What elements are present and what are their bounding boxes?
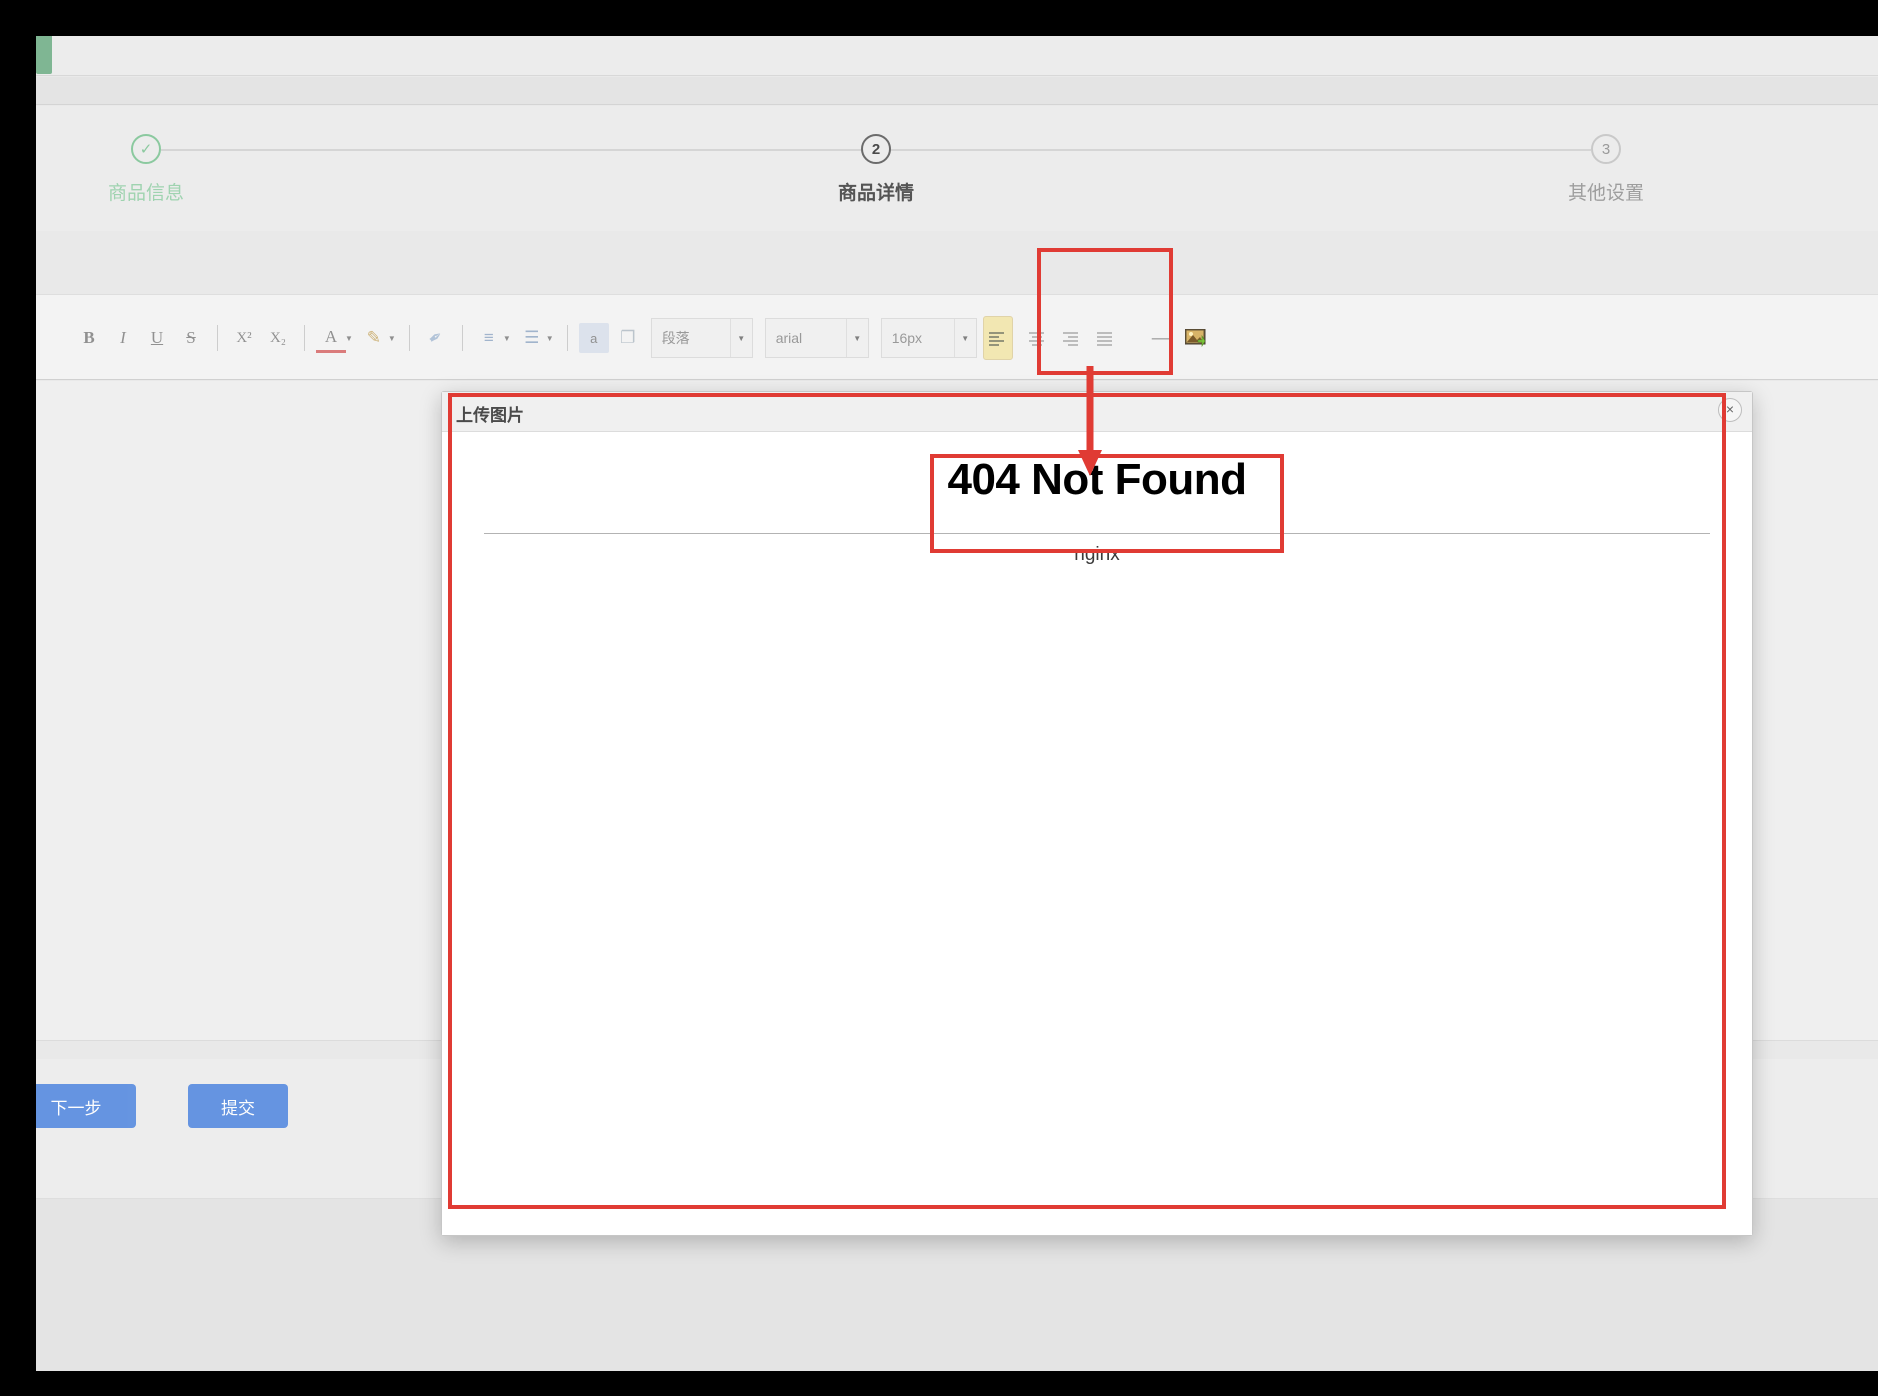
font-size-select[interactable]: 16px ▼ [880, 318, 977, 358]
step-2-circle-icon: 2 [861, 134, 891, 164]
font-family-chevron-down-icon[interactable]: ▼ [845, 319, 868, 357]
font-color-chevron-down-icon[interactable]: ▼ [345, 334, 353, 343]
link-icon[interactable]: a [578, 323, 609, 353]
toolbar-separator [566, 325, 568, 351]
next-step-button[interactable]: 下一步 [36, 1084, 136, 1128]
align-center-glyph [1029, 331, 1045, 346]
step-wizard: ✓ 商品信息 2 商品详情 3 其他设置 [36, 106, 1878, 231]
upload-image-dialog: 上传图片 × 404 Not Found nginx [441, 391, 1753, 1236]
highlight-color-icon[interactable]: ✎ [359, 323, 389, 353]
font-color-icon[interactable]: A [316, 323, 346, 353]
paragraph-chevron-down-icon[interactable]: ▼ [729, 319, 752, 357]
italic-icon[interactable]: I [108, 323, 138, 353]
editor-toolbar: B I U S X² X₂ A ▼ ✎ ▼ ✒ ≡ ▼ ☰ ▼ a ❐ 段落 ▼… [36, 295, 1213, 381]
wizard-step-product-info[interactable]: ✓ 商品信息 [36, 134, 266, 205]
ordered-list-icon[interactable]: ≡ [474, 323, 504, 353]
align-justify-icon[interactable] [1093, 325, 1119, 351]
unordered-list-chevron-down-icon[interactable]: ▼ [546, 334, 554, 343]
submit-button[interactable]: 提交 [188, 1084, 288, 1128]
subscript-icon[interactable]: X₂ [263, 323, 293, 353]
toolbar-separator [304, 325, 305, 351]
error-server-name: nginx [1074, 544, 1120, 565]
wizard-step-product-details[interactable]: 2 商品详情 [756, 134, 996, 205]
insert-image-icon[interactable] [1181, 323, 1211, 353]
underline-icon[interactable]: U [142, 323, 172, 353]
check-icon: ✓ [139, 141, 153, 158]
superscript-icon[interactable]: X² [229, 323, 259, 353]
browser-page: ✓ 商品信息 2 商品详情 3 其他设置 B I U S X² X₂ A ▼ ✎… [36, 36, 1878, 1371]
paragraph-select-value: 段落 [661, 330, 690, 346]
align-right-glyph [1063, 331, 1079, 346]
font-size-chevron-down-icon[interactable]: ▼ [953, 319, 976, 357]
wizard-step-other-settings[interactable]: 3 其他设置 [1486, 134, 1726, 205]
step-connector-2 [891, 149, 1591, 151]
align-left-icon[interactable] [982, 316, 1013, 360]
font-family-select-value: arial [775, 330, 803, 346]
secondary-chrome-strip [36, 77, 1878, 105]
step-1-circle-icon: ✓ [131, 134, 161, 164]
step-3-circle-icon: 3 [1591, 134, 1621, 164]
font-size-select-value: 16px [891, 330, 923, 346]
align-right-icon[interactable] [1059, 325, 1085, 351]
align-left-glyph [989, 331, 1005, 346]
dialog-body: 404 Not Found nginx [442, 432, 1752, 1235]
highlight-chevron-down-icon[interactable]: ▼ [388, 334, 396, 343]
paste-icon[interactable]: ❐ [613, 323, 643, 353]
step-2-label: 商品详情 [837, 183, 914, 204]
toolbar-separator [217, 325, 218, 351]
dialog-titlebar[interactable]: 上传图片 × [442, 392, 1752, 432]
step-connector-1 [161, 149, 871, 151]
green-tab-indicator[interactable] [36, 36, 52, 74]
strikethrough-icon[interactable]: S [176, 323, 206, 353]
bold-icon[interactable]: B [74, 323, 104, 353]
editor-toolbar-container: B I U S X² X₂ A ▼ ✎ ▼ ✒ ≡ ▼ ☰ ▼ a ❐ 段落 ▼… [36, 294, 1878, 380]
paragraph-select[interactable]: 段落 ▼ [650, 318, 753, 358]
ordered-list-chevron-down-icon[interactable]: ▼ [503, 334, 511, 343]
eraser-icon[interactable]: ✒ [415, 317, 457, 359]
align-justify-glyph [1097, 331, 1113, 346]
dialog-title: 上传图片 [456, 406, 524, 425]
horizontal-rule-icon[interactable]: — [1147, 323, 1177, 353]
close-icon[interactable]: × [1718, 398, 1742, 422]
toolbar-separator [408, 325, 410, 351]
unordered-list-icon[interactable]: ☰ [517, 323, 547, 353]
error-title: 404 Not Found [947, 455, 1247, 504]
toolbar-separator [461, 325, 463, 351]
step-3-label: 其他设置 [1567, 183, 1644, 204]
screen-root: ✓ 商品信息 2 商品详情 3 其他设置 B I U S X² X₂ A ▼ ✎… [0, 0, 1878, 1396]
align-center-icon[interactable] [1025, 325, 1051, 351]
insert-image-glyph [1184, 329, 1206, 347]
error-divider [484, 533, 1710, 534]
font-family-select[interactable]: arial ▼ [764, 318, 869, 358]
step-2-number: 2 [871, 140, 881, 158]
top-chrome-strip [36, 36, 1878, 76]
step-3-number: 3 [1601, 140, 1611, 158]
step-1-label: 商品信息 [107, 183, 184, 204]
